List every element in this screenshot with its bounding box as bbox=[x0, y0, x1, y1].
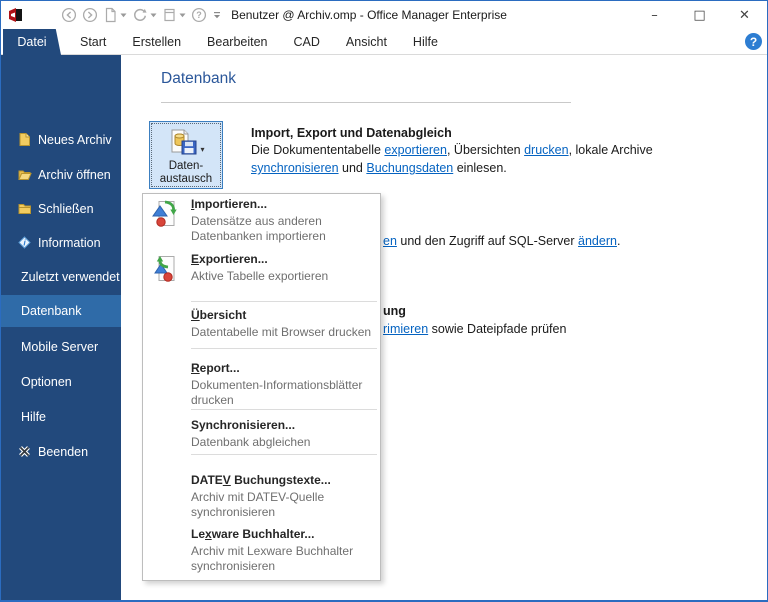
ribbon-help-icon[interactable]: ? bbox=[745, 33, 762, 50]
window-title: Benutzer @ Archiv.omp - Office Manager E… bbox=[231, 8, 507, 22]
application-window: ? Benutzer @ Archiv.omp - Office Manager… bbox=[0, 0, 768, 602]
export-icon bbox=[154, 256, 175, 282]
menu-item-synchronisieren[interactable]: Synchronisieren... Datenbank abgleichen bbox=[143, 418, 380, 450]
sidebar-item-hilfe[interactable]: Hilfe bbox=[1, 401, 121, 433]
text-part: . bbox=[616, 234, 621, 248]
sidebar-item-schliessen[interactable]: Schließen bbox=[1, 193, 121, 225]
tab-hilfe[interactable]: Hilfe bbox=[400, 29, 451, 54]
sidebar-item-neues-archiv[interactable]: Neues Archiv bbox=[1, 124, 121, 156]
section-heading-import-export: Import, Export und Datenabgleich bbox=[251, 126, 452, 140]
sidebar-item-beenden[interactable]: Beenden bbox=[1, 436, 121, 468]
link-partial-rimieren[interactable]: rimieren bbox=[383, 322, 428, 336]
text-part: einlesen. bbox=[453, 161, 507, 175]
ribbon-tab-bar: Datei Start Erstellen Bearbeiten CAD Ans… bbox=[1, 29, 767, 55]
menu-separator bbox=[191, 301, 377, 302]
sidebar-item-optionen[interactable]: Optionen bbox=[1, 366, 121, 398]
text-part: , lokale Archive bbox=[568, 143, 653, 157]
datenaustausch-dropdown-menu: Importieren... Datensätze aus anderen Da… bbox=[142, 193, 381, 581]
link-partial-en[interactable]: en bbox=[383, 234, 397, 248]
window-controls: – □ ✕ bbox=[632, 1, 767, 29]
import-icon bbox=[152, 200, 177, 227]
menu-separator bbox=[191, 454, 377, 455]
tab-start[interactable]: Start bbox=[67, 29, 119, 54]
text-part: sowie Dateipfade prüfen bbox=[428, 322, 567, 336]
close-button[interactable]: ✕ bbox=[722, 1, 767, 29]
text-part: , Übersichten bbox=[446, 143, 525, 157]
link-buchungsdaten[interactable]: Buchungsdaten bbox=[366, 161, 453, 175]
open-archive-icon bbox=[18, 170, 32, 180]
sidebar-item-archiv-oeffnen[interactable]: Archiv öffnen bbox=[1, 159, 121, 191]
data-exchange-icon bbox=[171, 129, 197, 155]
menu-separator bbox=[191, 409, 377, 410]
backstage-sidebar: Neues Archiv Archiv öffnen Schließen i I… bbox=[1, 55, 121, 600]
tab-erstellen[interactable]: Erstellen bbox=[119, 29, 194, 54]
link-aendern[interactable]: ändern bbox=[578, 234, 617, 248]
menu-item-importieren[interactable]: Importieren... Datensätze aus anderen Da… bbox=[143, 197, 380, 243]
menu-item-datev-buchungstexte[interactable]: DATEV Buchungstexte... Archiv mit DATEV-… bbox=[143, 473, 380, 519]
text-part: und den Zugriff auf SQL-Server bbox=[396, 234, 579, 248]
menu-separator bbox=[191, 348, 377, 349]
text-part: und bbox=[338, 161, 367, 175]
partial-reorg-text: rimieren sowie Dateipfade prüfen bbox=[383, 321, 566, 337]
page-title: Datenbank bbox=[161, 70, 236, 87]
menu-item-report[interactable]: Report... Dokumenten-Informationsblätter… bbox=[143, 361, 380, 407]
link-synchronisieren[interactable]: synchronisieren bbox=[251, 161, 339, 175]
partial-sql-server-text: en und den Zugriff auf SQL-Server ändern… bbox=[383, 233, 620, 249]
tab-datei[interactable]: Datei bbox=[3, 29, 61, 55]
title-separator bbox=[161, 102, 571, 103]
chevron-down-icon: ▾ bbox=[200, 145, 205, 154]
section-description: Die Dokumententabelle exportieren, Übers… bbox=[251, 141, 653, 177]
forward-icon[interactable] bbox=[82, 7, 98, 23]
tab-cad[interactable]: CAD bbox=[281, 29, 333, 54]
menu-item-lexware-buchhalter[interactable]: Lexware Buchhalter... Archiv mit Lexware… bbox=[143, 527, 380, 573]
minimize-button[interactable]: – bbox=[632, 1, 677, 29]
information-icon: i bbox=[18, 236, 31, 249]
new-archive-icon bbox=[19, 133, 30, 146]
description-line-2: synchronisieren und Buchungsdaten einles… bbox=[251, 159, 653, 177]
menu-item-uebersicht[interactable]: Übersicht Datentabelle mit Browser druck… bbox=[143, 308, 380, 340]
office-manager-logo-icon[interactable] bbox=[8, 7, 24, 23]
close-archive-icon bbox=[18, 204, 31, 214]
sidebar-item-mobile-server[interactable]: Mobile Server bbox=[1, 331, 121, 363]
link-drucken[interactable]: drucken bbox=[524, 143, 568, 157]
link-exportieren[interactable]: exportieren bbox=[384, 143, 447, 157]
exit-icon bbox=[19, 446, 30, 457]
datenaustausch-button[interactable]: ▾ Daten- austausch bbox=[149, 121, 223, 189]
sidebar-item-zuletzt-verwendet[interactable]: Zuletzt verwendet bbox=[1, 261, 121, 293]
description-line-1: Die Dokumententabelle exportieren, Übers… bbox=[251, 141, 653, 159]
maximize-button[interactable]: □ bbox=[677, 1, 722, 29]
back-icon[interactable] bbox=[61, 7, 77, 23]
partial-section-heading: ung bbox=[383, 304, 406, 318]
title-bar: ? Benutzer @ Archiv.omp - Office Manager… bbox=[1, 1, 767, 29]
menu-item-exportieren[interactable]: Exportieren... Aktive Tabelle exportiere… bbox=[143, 252, 380, 284]
sidebar-item-datenbank[interactable]: Datenbank bbox=[1, 295, 121, 327]
text-part: Die Dokumententabelle bbox=[251, 143, 385, 157]
sidebar-item-information[interactable]: i Information bbox=[1, 227, 121, 259]
tab-ansicht[interactable]: Ansicht bbox=[333, 29, 400, 54]
tab-bearbeiten[interactable]: Bearbeiten bbox=[194, 29, 280, 54]
